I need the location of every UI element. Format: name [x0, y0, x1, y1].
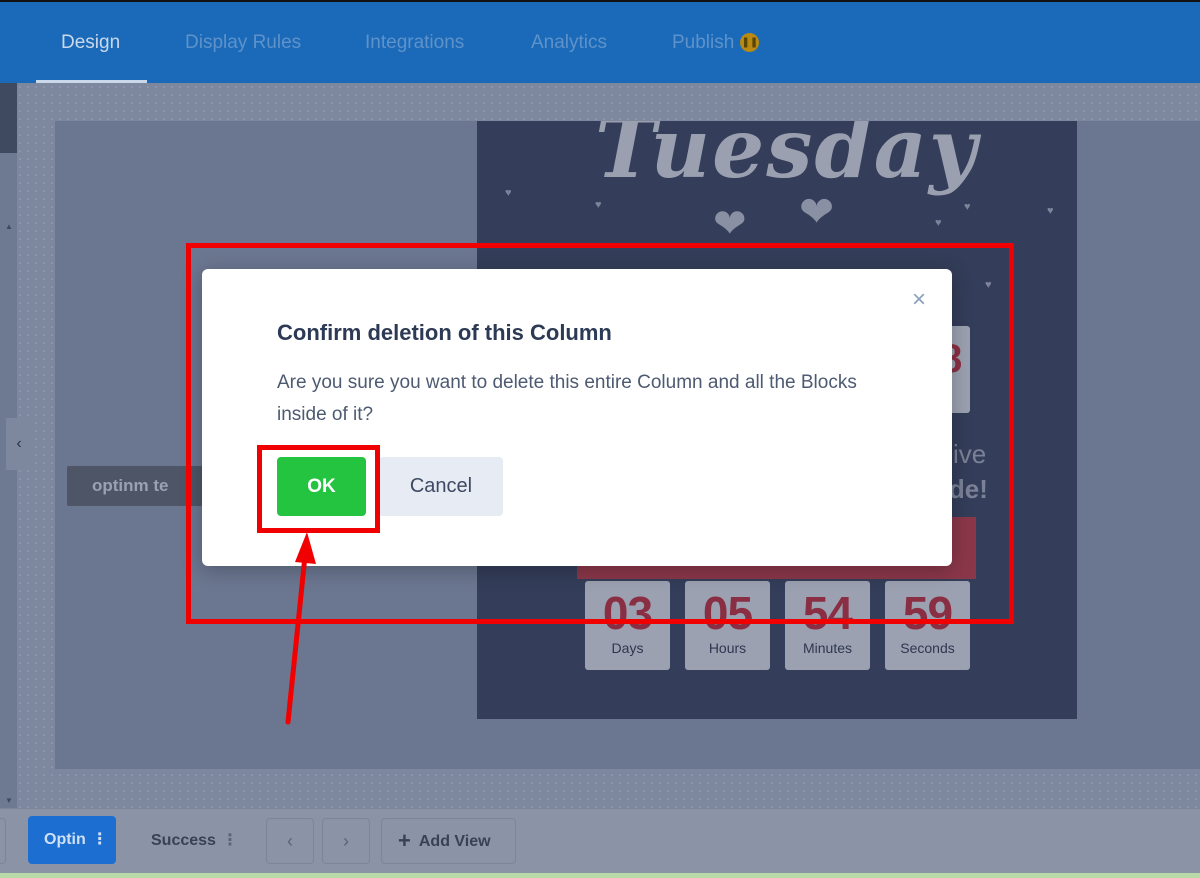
scroll-down-icon[interactable]: ▼ [5, 796, 13, 805]
optin-view-label: Optin [44, 831, 86, 848]
collapse-sidebar-button[interactable]: ‹ [6, 418, 32, 470]
left-rail-header [0, 83, 17, 153]
countdown-label: Minutes [802, 640, 853, 656]
annotation-highlight-ok [257, 445, 380, 533]
chevron-left-icon: ‹ [16, 435, 22, 452]
annotation-highlight-dialog [186, 243, 1014, 624]
countdown-label: Hours [708, 640, 747, 656]
top-nav: Design Display Rules Integrations Analyt… [0, 0, 1200, 84]
heart-icon: ♥ [964, 201, 971, 213]
next-view-button[interactable]: › [322, 818, 370, 864]
heart-icon: ❤ [799, 188, 835, 235]
kebab-menu-icon[interactable]: ⋮ [92, 831, 108, 848]
countdown-label: Days [611, 640, 644, 656]
scroll-up-icon[interactable]: ▲ [5, 222, 13, 231]
success-view-tab[interactable]: Success ⋮ [151, 830, 238, 850]
kebab-menu-icon[interactable]: ⋮ [222, 832, 238, 849]
bottom-status-strip [0, 873, 1200, 878]
heart-icon: ❤ [713, 202, 747, 246]
prev-view-button[interactable]: ‹ [266, 818, 314, 864]
chevron-right-icon: › [343, 831, 349, 851]
tab-integrations[interactable]: Integrations [365, 32, 464, 54]
add-view-button[interactable]: + Add View [381, 818, 516, 864]
heart-icon: ♥ [505, 187, 512, 199]
chevron-left-icon: ‹ [287, 831, 293, 851]
add-view-label: Add View [418, 833, 491, 850]
view-bar-left-button[interactable] [0, 818, 6, 864]
success-view-label: Success [151, 832, 216, 849]
tab-publish-label: Publish [672, 32, 735, 53]
plus-icon: + [398, 828, 411, 853]
countdown-label: Seconds [900, 640, 955, 656]
tab-publish[interactable]: Publish ❚❚ [672, 32, 760, 54]
heart-icon: ♥ [1047, 205, 1054, 217]
optin-view-tab[interactable]: Optin ⋮ [28, 816, 116, 864]
tab-design[interactable]: Design [61, 32, 120, 54]
pause-icon: ❚❚ [740, 33, 760, 53]
heart-icon: ♥ [595, 199, 602, 211]
heart-icon: ♥ [935, 217, 942, 229]
tab-display-rules[interactable]: Display Rules [185, 32, 301, 54]
preview-headline: Tuesday [595, 121, 979, 197]
tab-analytics[interactable]: Analytics [531, 32, 607, 54]
